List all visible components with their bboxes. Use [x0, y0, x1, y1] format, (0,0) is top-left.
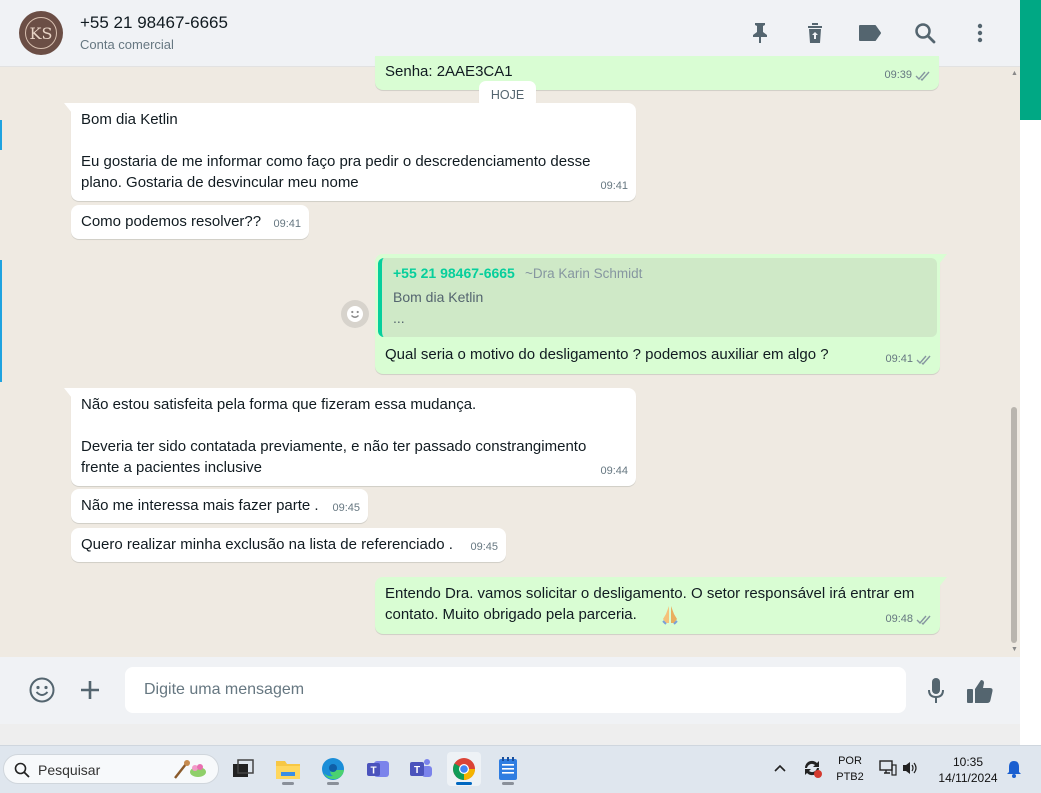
message-text: Como podemos resolver??: [81, 213, 262, 230]
search-highlight-icon: [174, 760, 206, 779]
task-view-icon[interactable]: [226, 752, 260, 786]
message-time: 09:45: [470, 541, 498, 553]
whatsapp-window: KS +55 21 98467-6665 Conta comercial Sen…: [0, 0, 1020, 724]
microphone-icon[interactable]: [924, 676, 948, 706]
volume-icon[interactable]: [902, 760, 918, 781]
pin-icon[interactable]: [746, 19, 774, 47]
message-input[interactable]: [125, 667, 906, 713]
message-text: Quero realizar minha exclusão na lista d…: [81, 536, 453, 553]
clock-time[interactable]: 10:35: [930, 755, 1006, 769]
message-text: Bom dia Ketlin Eu gostaria de me informa…: [81, 111, 591, 191]
message-text: Não me interessa mais fazer parte .: [81, 497, 319, 514]
message-bubble-incoming[interactable]: Como podemos resolver?? 09:41: [71, 205, 309, 239]
chat-scrollbar[interactable]: [1011, 407, 1017, 643]
keyboard-layout-indicator[interactable]: PTB2: [834, 771, 866, 783]
attach-plus-icon[interactable]: [78, 678, 102, 702]
quoted-sender-alias: ~Dra Karin Schmidt: [525, 266, 643, 281]
scroll-up-arrow[interactable]: ▲: [1011, 70, 1018, 77]
message-bubble-incoming[interactable]: Bom dia Ketlin Eu gostaria de me informa…: [64, 103, 636, 201]
message-time: 09:41: [600, 180, 628, 192]
quoted-sender: +55 21 98467-6665: [393, 265, 515, 281]
message-bubble-incoming[interactable]: Quero realizar minha exclusão na lista d…: [71, 528, 506, 562]
menu-icon[interactable]: [966, 19, 994, 47]
message-bubble-incoming[interactable]: Não me interessa mais fazer parte . 09:4…: [71, 489, 368, 523]
contact-name[interactable]: +55 21 98467-6665: [80, 13, 228, 33]
read-ticks-icon: [916, 355, 931, 365]
search-icon: [14, 762, 30, 778]
message-time: 09:45: [332, 502, 360, 514]
quoted-message[interactable]: +55 21 98467-6665 ~Dra Karin Schmidt Bom…: [378, 258, 937, 337]
tray-overflow-chevron-icon[interactable]: [773, 760, 787, 778]
message-text: Entendo Dra. vamos solicitar o desligame…: [385, 585, 915, 623]
message-time: 09:44: [600, 465, 628, 477]
avatar-monogram: KS: [25, 17, 57, 49]
window-edge-accent: [0, 120, 2, 150]
search-icon[interactable]: [911, 19, 939, 47]
message-text: Qual seria o motivo do desligamento ? po…: [385, 346, 829, 363]
label-icon[interactable]: [856, 19, 884, 47]
svg-text:T: T: [414, 765, 420, 776]
quoted-text: Bom dia Ketlin: [393, 289, 484, 305]
notepad-icon[interactable]: [491, 752, 525, 786]
language-indicator[interactable]: POR: [834, 755, 866, 767]
scroll-down-arrow[interactable]: ▼: [1011, 646, 1018, 653]
message-text: Não estou satisfeita pela forma que fize…: [81, 396, 587, 476]
emoji-icon[interactable]: [28, 676, 56, 704]
taskbar-search[interactable]: Pesquisar: [3, 754, 219, 784]
quoted-text-ellipsis: ...: [393, 310, 405, 326]
svg-text:T: T: [370, 766, 376, 777]
teams-icon[interactable]: T: [361, 752, 395, 786]
message-time: 09:48: [885, 613, 913, 625]
contact-avatar[interactable]: KS: [19, 11, 63, 55]
message-text: Senha: 2AAE3CA1: [385, 63, 513, 80]
delete-icon[interactable]: [801, 19, 829, 47]
window-edge-accent: [0, 260, 2, 382]
message-bubble-incoming[interactable]: Não estou satisfeita pela forma que fize…: [64, 388, 636, 486]
message-time: 09:41: [273, 218, 301, 230]
network-icon[interactable]: [879, 759, 897, 782]
message-bubble-outgoing[interactable]: Entendo Dra. vamos solicitar o desligame…: [375, 577, 947, 634]
message-time: 09:41: [885, 353, 913, 365]
background-window-strip: [1020, 0, 1041, 745]
thumbs-up-icon[interactable]: [965, 676, 995, 706]
notification-bell-icon[interactable]: [1006, 760, 1022, 783]
windows-taskbar: Pesquisar T T POR PTB2 10:35 14/11/2024: [0, 745, 1041, 793]
reaction-button[interactable]: [341, 300, 369, 328]
message-time: 09:39: [884, 69, 912, 81]
taskbar-search-label: Pesquisar: [38, 762, 101, 778]
chrome-icon[interactable]: [447, 752, 481, 786]
sync-icon[interactable]: [801, 757, 823, 784]
teams-classic-icon[interactable]: T: [404, 752, 438, 786]
edge-icon[interactable]: [316, 752, 350, 786]
clock-date[interactable]: 14/11/2024: [930, 771, 1006, 785]
file-explorer-icon[interactable]: [271, 752, 305, 786]
praying-hands-icon: [661, 605, 679, 631]
smiley-icon: [347, 306, 363, 322]
contact-subtitle: Conta comercial: [80, 37, 174, 52]
read-ticks-icon: [915, 71, 930, 81]
desktop-gap: [0, 724, 1020, 745]
message-bubble-partial[interactable]: Senha: 2AAE3CA1 09:39: [375, 56, 939, 90]
read-ticks-icon: [916, 615, 931, 625]
